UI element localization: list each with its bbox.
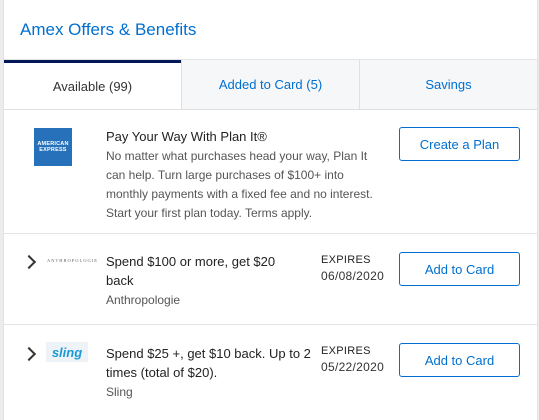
panel-header: Amex Offers & Benefits	[4, 0, 537, 60]
offer-row: sling Spend $25 +, get $10 back. Up to 2…	[4, 325, 537, 420]
offer-row: ANTHROPOLOGIE Spend $100 or more, get $2…	[4, 234, 537, 325]
tab-added-to-card[interactable]: Added to Card (5)	[181, 60, 359, 109]
chevron-right-icon[interactable]	[21, 254, 37, 270]
expires-label: EXPIRES	[321, 345, 371, 357]
sling-logo: sling	[46, 342, 88, 362]
offer-title: Spend $100 or more, get $20 back	[106, 254, 276, 288]
plan-it-row: AMERICAN EXPRESS Pay Your Way With Plan …	[4, 111, 537, 234]
page-title: Amex Offers & Benefits	[20, 19, 197, 39]
anthropologie-logo: ANTHROPOLOGIE	[47, 258, 98, 263]
plan-it-description: No matter what purchases head your way, …	[106, 149, 373, 220]
offer-merchant: Anthropologie	[106, 293, 181, 307]
expires-date: 05/22/2020	[321, 360, 385, 374]
chevron-right-icon[interactable]	[21, 346, 37, 362]
amex-logo-icon: AMERICAN EXPRESS	[34, 128, 72, 166]
add-to-card-button[interactable]: Add to Card	[399, 343, 520, 377]
offer-title: Spend $25 +, get $10 back. Up to 2 times…	[106, 346, 311, 380]
offer-merchant: Sling	[106, 385, 133, 399]
plan-it-title: Pay Your Way With Plan It®	[106, 129, 267, 144]
expires-label: EXPIRES	[321, 254, 371, 266]
tab-savings[interactable]: Savings	[359, 60, 537, 109]
tab-available[interactable]: Available (99)	[4, 60, 181, 109]
offers-panel: Amex Offers & Benefits Available (99) Ad…	[3, 0, 538, 420]
add-to-card-button[interactable]: Add to Card	[399, 252, 520, 286]
expires-date: 06/08/2020	[321, 269, 385, 283]
create-plan-button[interactable]: Create a Plan	[399, 127, 520, 161]
tab-bar: Available (99) Added to Card (5) Savings	[4, 60, 537, 110]
